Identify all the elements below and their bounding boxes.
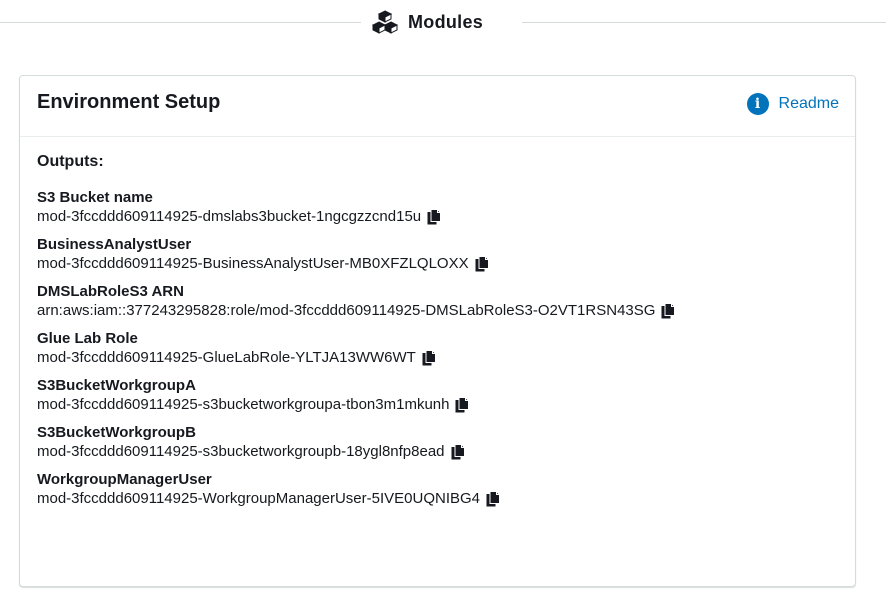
output-value[interactable]: mod-3fccddd609114925-dmslabs3bucket-1ngc…	[37, 207, 421, 226]
output-name: S3BucketWorkgroupA	[37, 377, 196, 394]
divider-right	[522, 22, 886, 23]
output-item: WorkgroupManagerUser mod-3fccddd60911492…	[37, 470, 839, 508]
output-item: S3 Bucket name mod-3fccddd609114925-dmsl…	[37, 188, 839, 226]
output-value-row: arn:aws:iam::377243295828:role/mod-3fccd…	[37, 301, 839, 320]
cubes-icon	[371, 10, 399, 34]
output-value[interactable]: mod-3fccddd609114925-s3bucketworkgroupb-…	[37, 442, 445, 461]
section-title: Modules	[408, 11, 484, 32]
divider-left	[0, 22, 361, 23]
info-icon: i	[746, 93, 769, 115]
output-name: Glue Lab Role	[37, 330, 138, 347]
copy-icon[interactable]	[455, 396, 470, 413]
copy-icon[interactable]	[661, 302, 676, 319]
output-item: S3BucketWorkgroupA mod-3fccddd609114925-…	[37, 376, 839, 414]
copy-icon[interactable]	[427, 208, 442, 225]
output-name: S3BucketWorkgroupB	[37, 424, 196, 441]
output-value-row: mod-3fccddd609114925-s3bucketworkgroupb-…	[37, 442, 839, 461]
output-value[interactable]: arn:aws:iam::377243295828:role/mod-3fccd…	[37, 301, 655, 320]
environment-setup-card: Environment Setup i Readme Outputs: S3 B…	[19, 75, 856, 587]
modules-title-wrap: Modules	[371, 8, 484, 36]
output-name: WorkgroupManagerUser	[37, 471, 212, 488]
modules-section-header: Modules	[0, 0, 886, 46]
output-item: BusinessAnalystUser mod-3fccddd609114925…	[37, 235, 839, 273]
output-name: S3 Bucket name	[37, 189, 153, 206]
output-name: DMSLabRoleS3 ARN	[37, 283, 184, 300]
output-name: BusinessAnalystUser	[37, 236, 192, 253]
output-item: S3BucketWorkgroupB mod-3fccddd609114925-…	[37, 423, 839, 461]
card-header: Environment Setup i Readme	[20, 76, 855, 137]
outputs-label: Outputs:	[37, 153, 104, 170]
readme-link[interactable]: i Readme	[746, 93, 839, 115]
card-title: Environment Setup	[37, 91, 221, 113]
copy-icon[interactable]	[422, 349, 436, 366]
card-body: Outputs: S3 Bucket name mod-3fccddd60911…	[37, 153, 839, 517]
output-value-row: mod-3fccddd609114925-GlueLabRole-YLTJA13…	[37, 348, 839, 367]
output-value-row: mod-3fccddd609114925-WorkgroupManagerUse…	[37, 489, 839, 508]
output-value[interactable]: mod-3fccddd609114925-s3bucketworkgroupa-…	[37, 395, 449, 414]
output-value-row: mod-3fccddd609114925-s3bucketworkgroupa-…	[37, 395, 839, 414]
output-value[interactable]: mod-3fccddd609114925-WorkgroupManagerUse…	[37, 489, 480, 508]
output-value-row: mod-3fccddd609114925-dmslabs3bucket-1ngc…	[37, 207, 839, 226]
outputs-list: S3 Bucket name mod-3fccddd609114925-dmsl…	[37, 188, 839, 508]
copy-icon[interactable]	[451, 443, 465, 460]
readme-label: Readme	[778, 95, 839, 112]
output-item: DMSLabRoleS3 ARN arn:aws:iam::3772432958…	[37, 282, 839, 320]
output-item: Glue Lab Role mod-3fccddd609114925-GlueL…	[37, 329, 839, 367]
output-value-row: mod-3fccddd609114925-BusinessAnalystUser…	[37, 254, 839, 273]
output-value[interactable]: mod-3fccddd609114925-BusinessAnalystUser…	[37, 254, 469, 273]
output-value[interactable]: mod-3fccddd609114925-GlueLabRole-YLTJA13…	[37, 348, 416, 367]
copy-icon[interactable]	[486, 490, 501, 507]
copy-icon[interactable]	[475, 255, 489, 272]
